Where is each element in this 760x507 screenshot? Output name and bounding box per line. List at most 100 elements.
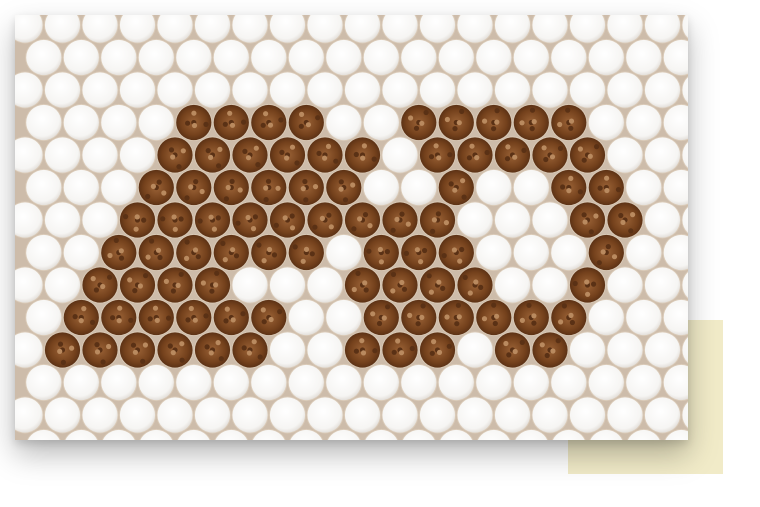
tobacco-shred (569, 319, 576, 326)
tobacco-shred (191, 122, 198, 129)
filter-end (288, 39, 324, 76)
tobacco-shred (123, 214, 129, 220)
tobacco-shred (429, 350, 435, 356)
tobacco-shred (223, 196, 229, 202)
tobacco-shred (322, 155, 328, 161)
tobacco-shred (263, 111, 269, 117)
tobacco-shred (441, 253, 447, 259)
tobacco-shred (215, 215, 221, 221)
tobacco-shred (615, 187, 622, 193)
filter-end (644, 137, 681, 173)
tobacco-shred (289, 144, 296, 150)
tobacco-shred (204, 344, 210, 350)
filter-end (419, 72, 456, 108)
filter-end (251, 39, 287, 76)
filter-end (363, 39, 399, 76)
tobacco-shred (133, 226, 139, 232)
tobacco-shred (229, 122, 236, 128)
filter-end (457, 332, 493, 368)
tobacco-shred (127, 277, 133, 283)
tobacco-shred (394, 216, 400, 222)
tobacco-shred (163, 278, 169, 284)
filter-end (513, 364, 549, 401)
filter-end (307, 267, 343, 303)
tobacco-shred (457, 258, 463, 264)
tobacco-shred (185, 120, 191, 126)
tobacco-shred (353, 348, 359, 354)
filter-end (157, 397, 193, 433)
tobacco-shred (426, 273, 432, 279)
tobacco-shred (596, 260, 602, 266)
filter-end (626, 234, 662, 271)
tobacco-shred (577, 189, 584, 195)
tobacco-shred (176, 164, 182, 170)
tobacco-shred (282, 215, 288, 221)
tobacco-shred (549, 154, 556, 160)
tobacco-shred (544, 352, 550, 359)
tobacco-shred (128, 317, 134, 323)
tobacco-shred (250, 226, 257, 232)
tobacco-shred (338, 186, 344, 192)
tobacco-shred (531, 313, 537, 319)
tobacco-shred (494, 313, 500, 319)
tobacco-shred (519, 339, 525, 345)
tobacco-shred (305, 122, 311, 128)
filter-end (63, 234, 99, 271)
filter-end (288, 364, 324, 401)
tobacco-shred (256, 242, 262, 248)
tobacco-shred (143, 273, 149, 279)
tobacco-shred (413, 125, 420, 131)
tobacco-shred (130, 342, 137, 348)
filter-end (457, 72, 493, 108)
tobacco-shred (225, 184, 231, 191)
filter-end (569, 72, 606, 108)
filter-end (644, 267, 681, 303)
tobacco-shred (618, 212, 624, 219)
filter-end (138, 39, 174, 76)
tobacco-shred (372, 348, 378, 354)
tobacco-shred (195, 254, 201, 260)
filter-end (232, 72, 268, 108)
filter-end (626, 299, 662, 336)
filter-end (176, 364, 212, 401)
filter-end (44, 202, 81, 238)
tobacco-shred (436, 279, 442, 285)
tobacco-shred (565, 107, 571, 113)
tobacco-shred (620, 219, 626, 225)
tobacco-shred (630, 212, 636, 218)
tobacco-shred (209, 288, 215, 294)
filter-end (138, 104, 174, 141)
tobacco-shred (150, 183, 156, 189)
tobacco-shred (300, 258, 306, 264)
tobacco-shred (539, 342, 545, 348)
tobacco-shred (171, 214, 177, 220)
tobacco-shred (505, 144, 511, 150)
tobacco-shred (118, 248, 124, 254)
tobacco-shred (581, 212, 587, 218)
tobacco-shred (197, 218, 203, 224)
tobacco-shred (444, 116, 450, 123)
filter-end (194, 72, 231, 108)
tobacco-shred (178, 271, 184, 277)
tobacco-shred (451, 247, 457, 253)
filter-end (569, 397, 606, 433)
tobacco-shred (357, 216, 363, 222)
tobacco-shred (298, 123, 304, 129)
tobacco-shred (229, 178, 235, 184)
tobacco-shred (409, 345, 415, 352)
tobacco-shred (242, 148, 248, 154)
tobacco-shred (395, 338, 401, 344)
tobacco-shred (448, 181, 454, 187)
filter-end (232, 397, 268, 433)
tobacco-shred (255, 162, 261, 168)
filter-end (288, 299, 324, 336)
tobacco-shred (312, 184, 319, 190)
tobacco-shred (467, 290, 473, 296)
filter-end (82, 397, 118, 433)
filter-end (513, 39, 549, 76)
tobacco-shred (166, 315, 172, 321)
filter-end (344, 397, 381, 433)
tobacco-shred (154, 317, 160, 323)
filter-end (494, 397, 531, 433)
tobacco-shred (431, 339, 437, 345)
